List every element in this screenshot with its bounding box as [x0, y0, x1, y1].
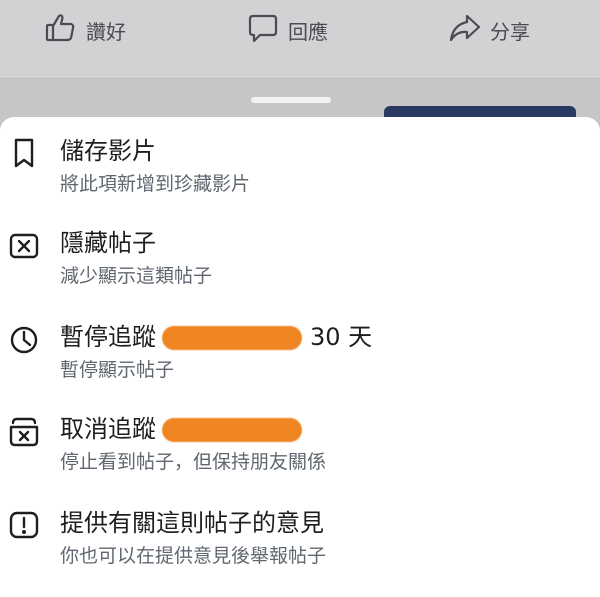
thumbs-up-icon: [44, 11, 86, 50]
menu-item-unfollow[interactable]: 取消追蹤 停止看到帖子，但保持朋友關係: [0, 413, 600, 493]
comment-label: 回應: [288, 19, 328, 44]
menu-item-title: 提供有關這則帖子的意見: [60, 509, 324, 537]
bookmark-icon: [8, 135, 40, 171]
share-arrow-icon: [448, 11, 490, 50]
menu-item-hide-post[interactable]: 隱藏帖子 減少顯示這類帖子: [0, 227, 600, 307]
menu-item-subtitle: 停止看到帖子，但保持朋友關係: [60, 451, 327, 473]
unfollow-title: 取消追蹤: [60, 415, 156, 443]
menu-item-subtitle: 暫停顯示帖子: [60, 359, 175, 381]
unfollow-icon: [8, 413, 40, 449]
redaction-mark: [162, 418, 302, 442]
snooze-title: 暫停追蹤: [60, 323, 156, 351]
feedback-exclamation-icon: [8, 507, 40, 543]
like-label: 讚好: [86, 19, 126, 44]
menu-item-title: 儲存影片: [60, 137, 156, 165]
menu-item-title: 暫停追蹤 30 天: [60, 321, 372, 353]
post-options-sheet: 儲存影片 將此項新增到珍藏影片 隱藏帖子 減少顯示這類帖子 暫停追蹤 30 天 暫…: [0, 117, 600, 597]
hide-x-icon: [8, 227, 40, 263]
menu-item-subtitle: 將此項新增到珍藏影片: [60, 173, 251, 195]
menu-item-snooze[interactable]: 暫停追蹤 30 天 暫停顯示帖子: [0, 321, 600, 401]
share-label: 分享: [490, 19, 530, 44]
menu-item-subtitle: 你也可以在提供意見後舉報帖子: [60, 545, 327, 567]
share-button[interactable]: 分享: [448, 10, 530, 50]
clock-icon: [8, 321, 40, 357]
menu-item-title: 隱藏帖子: [60, 229, 156, 257]
speech-bubble-icon: [246, 11, 288, 50]
menu-item-save-video[interactable]: 儲存影片 將此項新增到珍藏影片: [0, 135, 600, 215]
redaction-mark: [162, 326, 302, 350]
menu-item-subtitle: 減少顯示這類帖子: [60, 265, 213, 287]
menu-item-feedback[interactable]: 提供有關這則帖子的意見 你也可以在提供意見後舉報帖子: [0, 507, 600, 587]
post-action-bar: 讚好 回應 分享: [0, 0, 600, 79]
comment-button[interactable]: 回應: [246, 10, 328, 50]
menu-item-title: 取消追蹤: [60, 413, 308, 445]
sheet-drag-handle[interactable]: [251, 97, 331, 103]
like-button[interactable]: 讚好: [44, 10, 126, 50]
snooze-duration: 30 天: [310, 323, 373, 351]
